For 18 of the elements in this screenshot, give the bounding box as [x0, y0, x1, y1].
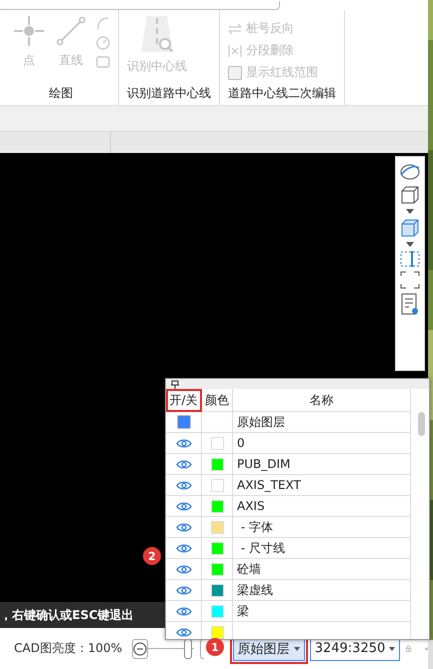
layer-name: - 字体: [240, 518, 273, 536]
layer-name: 梁虚线: [237, 582, 273, 598]
column-header: 颜色: [202, 389, 233, 412]
column-header: 名称: [233, 389, 411, 412]
column-header: 开/关: [166, 389, 202, 412]
layer-name: PUB_DIM: [237, 457, 290, 471]
group-label: 绘图: [48, 84, 74, 102]
layer-name: - 尺寸线: [240, 540, 285, 556]
callout-badge: 1: [206, 638, 224, 656]
layer-name: 梁: [237, 602, 249, 620]
group-label: 识别道路中心线: [127, 84, 211, 102]
brightness-label: CAD图亮度：100%: [14, 640, 122, 657]
layer-name: 砼墙: [237, 560, 261, 578]
layer-name: 原始图层: [237, 414, 285, 430]
group-label: 道路中心线二次编辑: [228, 84, 336, 102]
layer-name: AXIS_TEXT: [237, 478, 301, 492]
layer-name: 0: [237, 436, 245, 450]
layer-name: AXIS: [237, 499, 265, 513]
